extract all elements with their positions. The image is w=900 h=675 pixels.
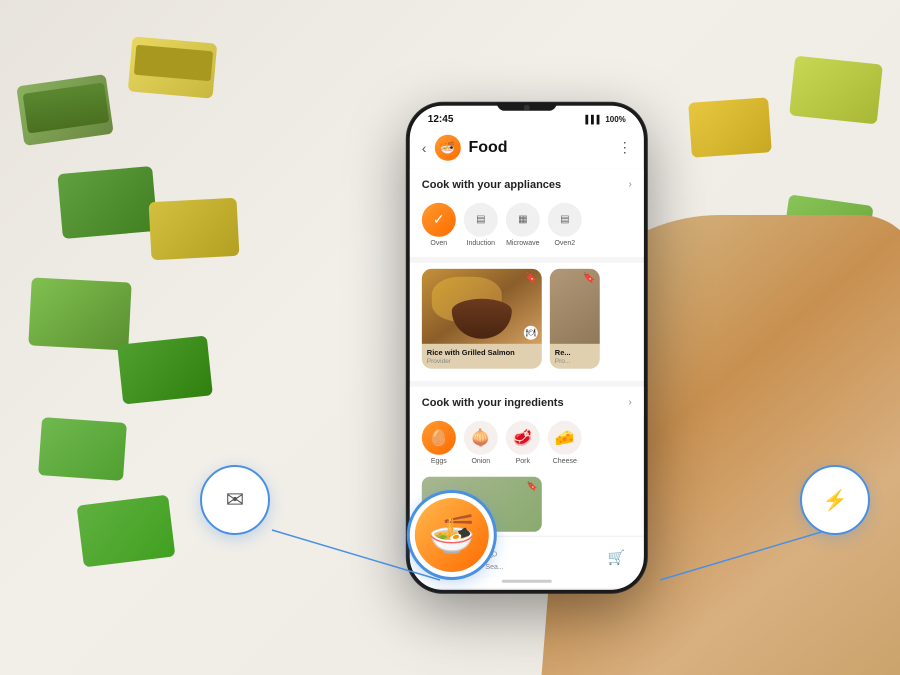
envelope-icon: ✉ [226, 487, 244, 513]
onion-emoji: 🧅 [471, 427, 491, 447]
recipe-food-tag: 🍽 [524, 325, 538, 339]
recipe-2-info: Re... Pro... [550, 343, 600, 368]
recipe-1-bookmark[interactable]: 🔖 [525, 272, 537, 283]
appliances-arrow: › [628, 179, 631, 190]
induction-label: Induction [467, 239, 495, 246]
ingredients-row: 🥚 Eggs 🧅 Onion 🥩 [410, 414, 644, 472]
food-box-1-top [23, 82, 110, 133]
recipe-bowl [452, 298, 512, 338]
more-button[interactable]: ⋮ [618, 139, 632, 156]
cheese-label: Cheese [553, 457, 577, 464]
eggs-icon: 🥚 [422, 420, 456, 454]
food-box-8 [77, 495, 176, 568]
food-box-7 [149, 198, 240, 261]
signal-icon: ▌▌▌ [585, 114, 602, 123]
search-label: Sea... [485, 563, 503, 570]
recipe-2-bookmark[interactable]: 🔖 [583, 272, 595, 283]
floating-circle-center[interactable]: 🍜 [407, 490, 497, 580]
nav-cart[interactable]: 🛒 [608, 549, 625, 566]
app-title: Food [468, 138, 609, 156]
pork-icon: 🥩 [506, 420, 540, 454]
eggs-emoji: 🥚 [429, 427, 449, 447]
status-time: 12:45 [428, 113, 454, 124]
battery-icon: 100% [605, 114, 625, 123]
recipe-card-2-image: 🔖 [550, 268, 600, 343]
recipe-2-provider: Pro... [555, 357, 595, 364]
status-icons: ▌▌▌ 100% [585, 114, 625, 123]
food-box-4 [28, 277, 131, 350]
food-box-6 [38, 417, 127, 481]
oven-icon-circle: ✓ [422, 202, 456, 236]
microwave-label: Microwave [506, 239, 539, 246]
ingredient-cheese[interactable]: 🧀 Cheese [548, 420, 582, 464]
phone-notch [497, 102, 557, 110]
app-icon: 🍜 [434, 134, 460, 160]
appliance-oven2[interactable]: ▤ Oven2 [548, 202, 582, 246]
food-box-2 [128, 36, 217, 98]
pork-emoji: 🥩 [513, 427, 533, 447]
recipe-1-provider: Provider [427, 357, 537, 364]
pork-label: Pork [516, 457, 530, 464]
ingredient-onion[interactable]: 🧅 Onion [464, 420, 498, 464]
floating-circle-right[interactable]: ⚡ [800, 465, 870, 535]
ingredients-header[interactable]: Cook with your ingredients › [410, 386, 644, 414]
appliances-section: Cook with your appliances › ✓ Oven ▤ Ind… [410, 168, 644, 256]
power-icon: ⚡ [823, 488, 848, 513]
recipe-card-1-image: 🔖 🍽 [422, 268, 542, 343]
recipe-cards-row: 🔖 🍽 Rice with Grilled Salmon Provider [410, 262, 644, 374]
camera-dot [524, 104, 530, 110]
onion-label: Onion [471, 457, 490, 464]
cart-icon: 🛒 [608, 549, 625, 566]
oven2-icon-circle: ▤ [548, 202, 582, 236]
recipe-1-info: Rice with Grilled Salmon Provider [422, 343, 542, 368]
appliances-title: Cook with your appliances [422, 178, 561, 190]
food-bowl-icon: 🍜 [428, 513, 475, 557]
recipe-card-1[interactable]: 🔖 🍽 Rice with Grilled Salmon Provider [422, 268, 542, 368]
appliance-oven[interactable]: ✓ Oven [422, 202, 456, 246]
recipe-2-name: Re... [555, 347, 595, 356]
cheese-emoji: 🧀 [555, 427, 575, 447]
app-bar: ‹ 🍜 Food ⋮ [410, 128, 644, 168]
appliances-row: ✓ Oven ▤ Induction ▦ Microwave ▤ [410, 196, 644, 256]
food-app-icon: 🍜 [415, 498, 489, 572]
food-box-5 [117, 335, 213, 404]
food-box-r2 [688, 97, 772, 157]
recipe-1-name: Rice with Grilled Salmon [427, 347, 537, 356]
ingredient-pork[interactable]: 🥩 Pork [506, 420, 540, 464]
appliances-header[interactable]: Cook with your appliances › [410, 168, 644, 196]
appliance-microwave[interactable]: ▦ Microwave [506, 202, 540, 246]
recipe-card-2[interactable]: 🔖 Re... Pro... [550, 268, 600, 368]
second-bookmark-1[interactable]: 🔖 [527, 480, 538, 491]
food-box-r1 [789, 56, 883, 125]
appliance-induction[interactable]: ▤ Induction [464, 202, 498, 246]
onion-icon: 🧅 [464, 420, 498, 454]
app-icon-symbol: 🍜 [440, 140, 455, 154]
recipe-section: 🔖 🍽 Rice with Grilled Salmon Provider [410, 262, 644, 380]
ingredient-eggs[interactable]: 🥚 Eggs [422, 420, 456, 464]
eggs-label: Eggs [431, 457, 447, 464]
induction-icon-circle: ▤ [464, 202, 498, 236]
back-button[interactable]: ‹ [422, 139, 427, 155]
food-box-3 [57, 166, 157, 239]
food-box-2-top [134, 45, 213, 82]
cheese-icon: 🧀 [548, 420, 582, 454]
ingredients-title: Cook with your ingredients [422, 396, 564, 408]
oven-label: Oven [430, 239, 447, 246]
oven2-label: Oven2 [554, 239, 575, 246]
home-bar [502, 579, 552, 582]
ingredients-arrow: › [628, 397, 631, 408]
microwave-icon-circle: ▦ [506, 202, 540, 236]
floating-circle-left[interactable]: ✉ [200, 465, 270, 535]
food-box-1 [16, 74, 113, 146]
